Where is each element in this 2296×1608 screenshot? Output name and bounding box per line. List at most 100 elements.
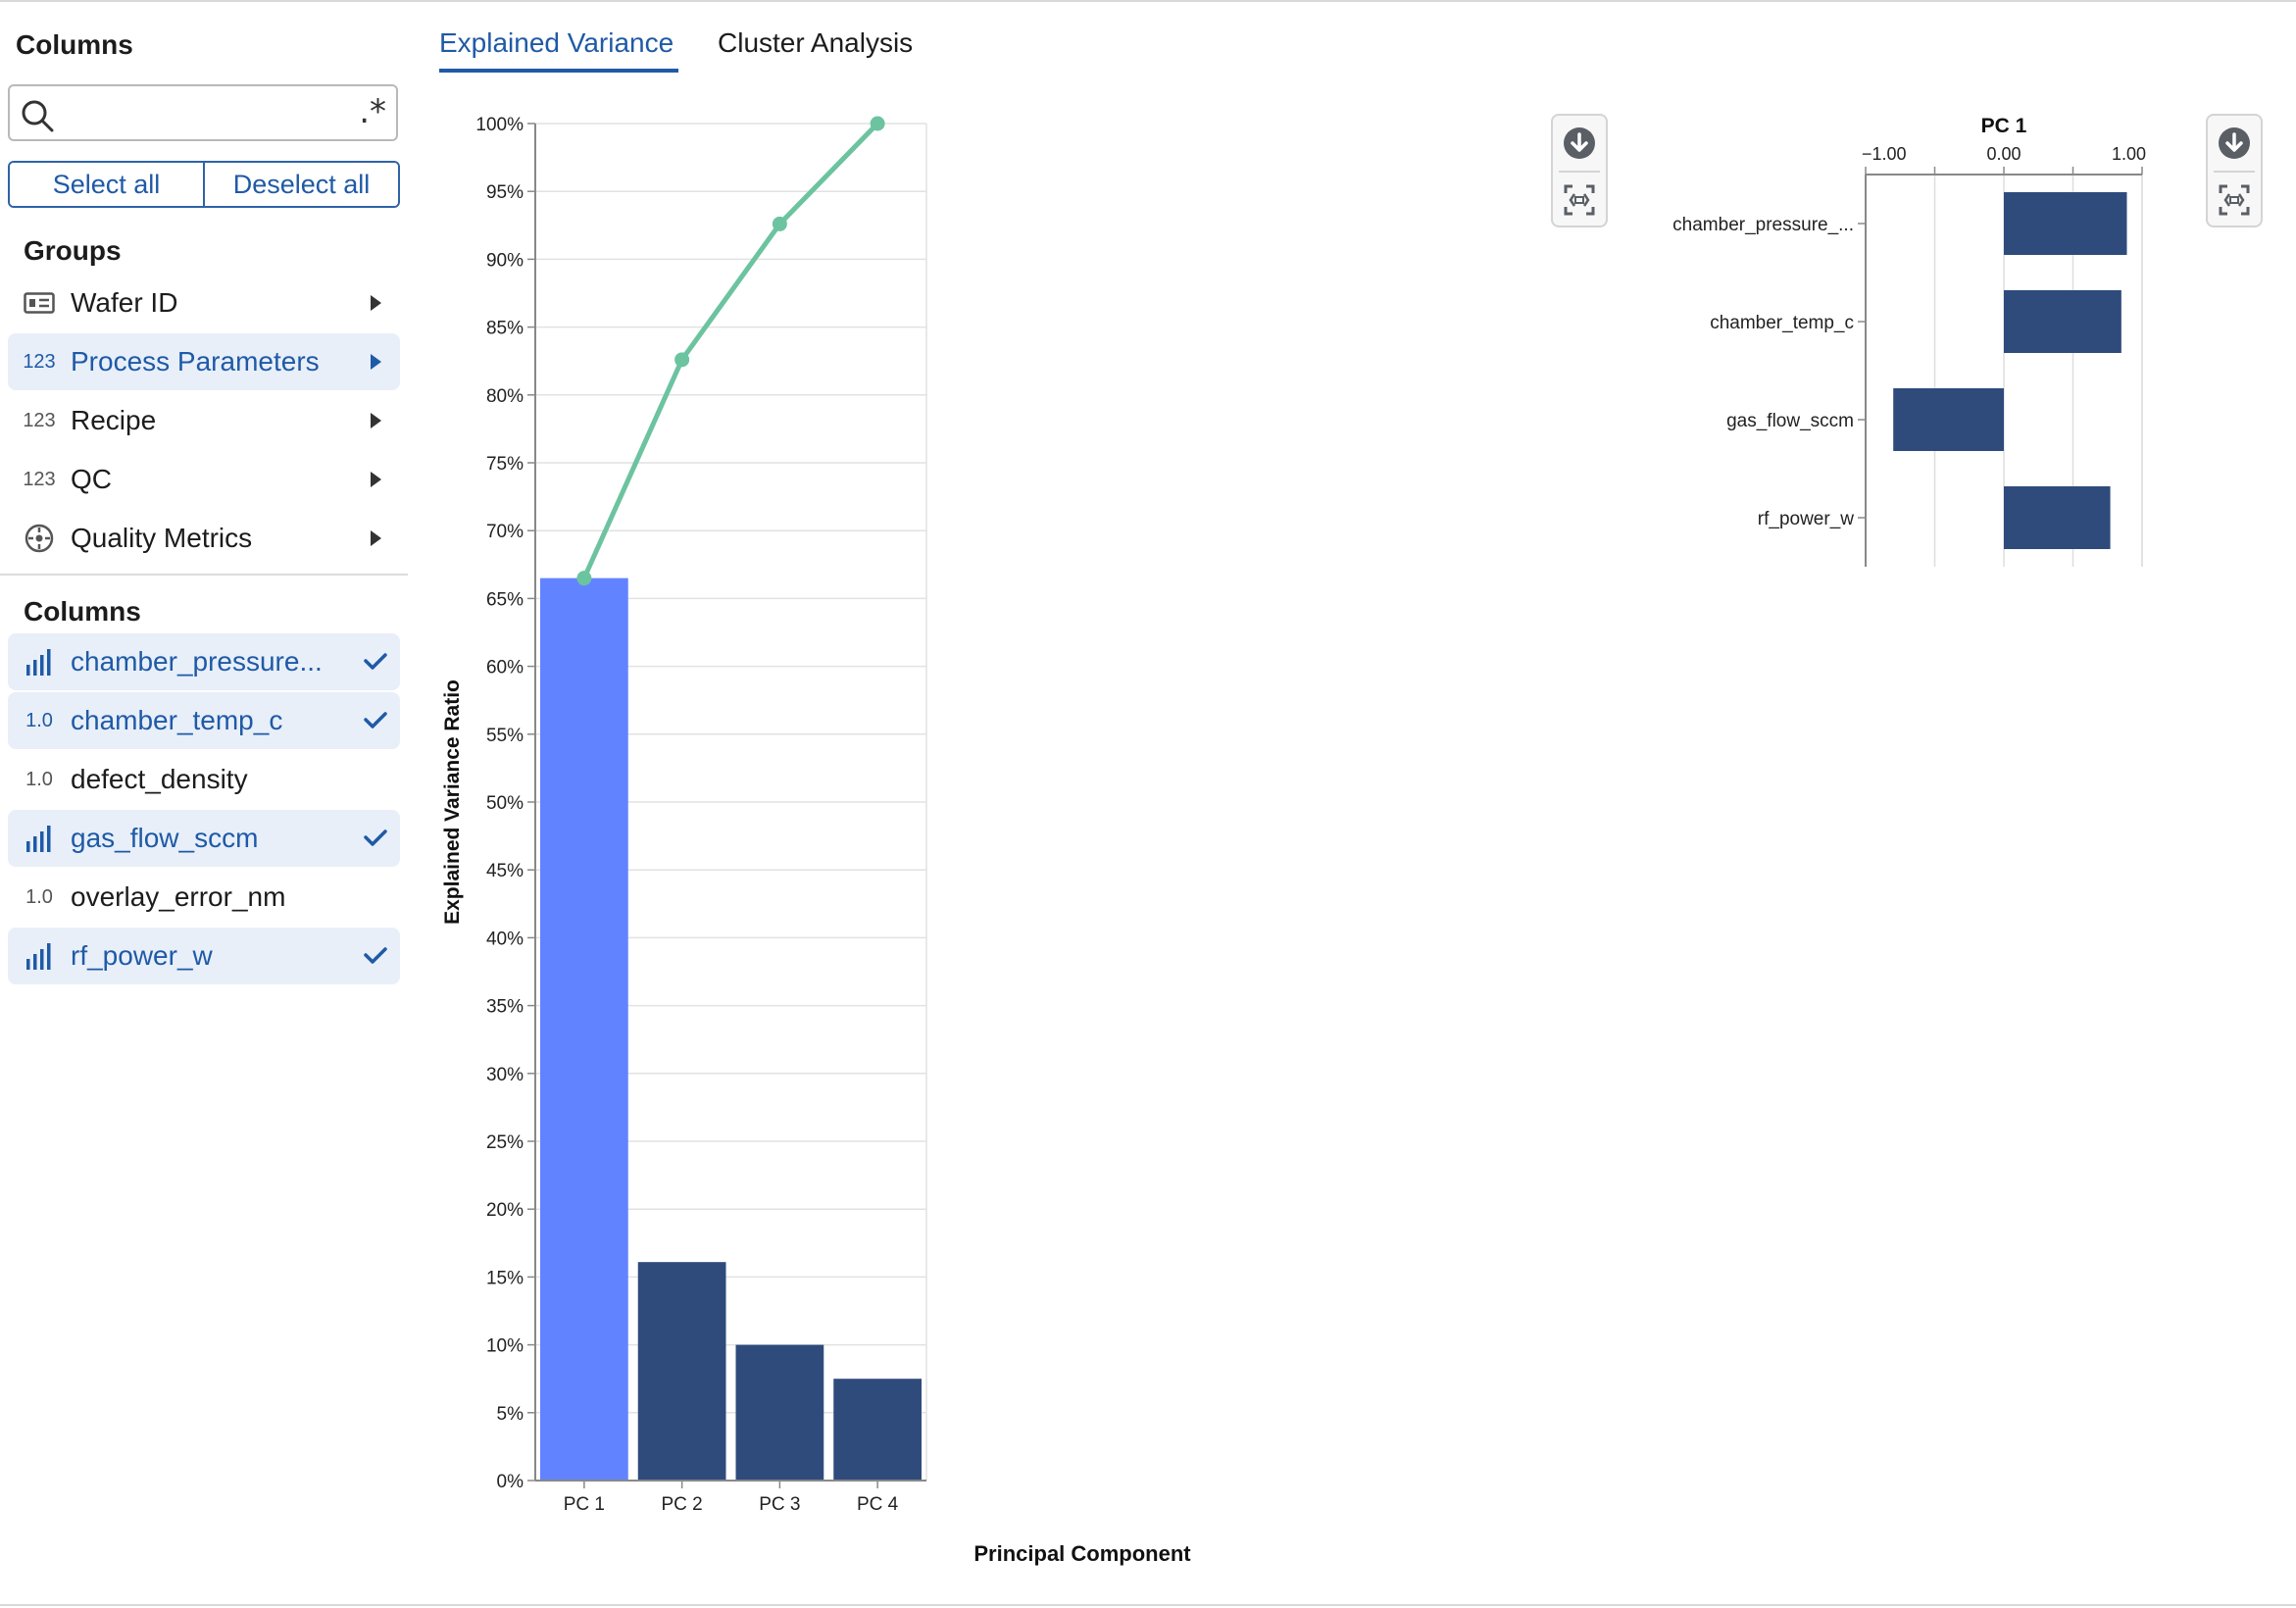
- group-item-process-parameters[interactable]: 123 Process Parameters: [8, 333, 400, 390]
- column-item-chamber-pressure[interactable]: chamber_pressure...: [8, 633, 400, 690]
- chart-controls: [1551, 114, 1608, 227]
- download-button[interactable]: [2208, 116, 2261, 171]
- cumulative-point: [674, 352, 690, 368]
- float-type-icon: 1.0: [25, 885, 53, 908]
- y-tick-label: 70%: [486, 522, 524, 542]
- bottom-border: [0, 1604, 2296, 1606]
- numeric-type-icon: 123: [23, 409, 56, 431]
- fit-view-button[interactable]: [2208, 173, 2261, 227]
- chevron-right-icon: [351, 353, 400, 371]
- y-tick-label: 45%: [486, 861, 524, 881]
- y-tick-label: 90%: [486, 250, 524, 271]
- group-item-recipe[interactable]: 123 Recipe: [8, 392, 400, 449]
- fit-view-button[interactable]: [1553, 173, 1606, 227]
- y-tick-label: chamber_pressure_...: [1672, 215, 1854, 235]
- group-item-wafer-id[interactable]: Wafer ID: [8, 275, 400, 331]
- sidebar-heading: Columns: [16, 29, 133, 60]
- column-item-defect-density[interactable]: 1.0 defect_density: [8, 751, 400, 808]
- bar-chart-icon: [8, 824, 71, 853]
- column-item-rf-power[interactable]: rf_power_w: [8, 928, 400, 984]
- x-axis-label: Principal Component: [973, 1541, 1191, 1566]
- sidebar-divider: [0, 574, 408, 576]
- download-button[interactable]: [1553, 116, 1606, 171]
- y-tick-label: 60%: [486, 658, 524, 678]
- y-tick-label: 10%: [486, 1336, 524, 1357]
- float-type-icon: 1.0: [25, 709, 53, 731]
- x-tick-label: 0.00: [1986, 144, 2021, 164]
- column-item-chamber-temp[interactable]: 1.0 chamber_temp_c: [8, 692, 400, 749]
- y-tick-label: rf_power_w: [1758, 509, 1854, 529]
- loading-bar: [2004, 192, 2127, 255]
- y-tick-label: 80%: [486, 386, 524, 407]
- chevron-right-icon: [351, 412, 400, 429]
- search-icon: [22, 100, 54, 132]
- group-label: Wafer ID: [71, 287, 178, 318]
- y-tick-label: 25%: [486, 1132, 524, 1153]
- chevron-right-icon: [351, 294, 400, 312]
- column-label: chamber_pressure...: [71, 646, 323, 677]
- y-tick-label: 85%: [486, 319, 524, 339]
- y-tick-label: 95%: [486, 182, 524, 203]
- cumulative-point: [576, 571, 592, 586]
- y-tick-label: 50%: [486, 793, 524, 814]
- group-item-quality-metrics[interactable]: Quality Metrics: [8, 510, 400, 567]
- checkmark-icon: [351, 712, 400, 729]
- group-item-qc[interactable]: 123 QC: [8, 451, 400, 508]
- x-tick-label: PC 3: [759, 1494, 800, 1515]
- y-tick-label: 30%: [486, 1065, 524, 1085]
- download-icon: [1564, 127, 1595, 159]
- y-tick-label: 100%: [475, 115, 524, 135]
- column-item-overlay-error[interactable]: 1.0 overlay_error_nm: [8, 869, 400, 926]
- select-all-button[interactable]: Select all: [10, 163, 203, 206]
- column-item-gas-flow[interactable]: gas_flow_sccm: [8, 810, 400, 867]
- bar: [637, 1262, 726, 1481]
- group-label: QC: [71, 464, 112, 494]
- column-label: rf_power_w: [71, 940, 213, 971]
- x-tick-label: PC 4: [857, 1494, 899, 1515]
- column-label: gas_flow_sccm: [71, 823, 259, 853]
- fit-view-icon: [1564, 184, 1595, 216]
- chart-title: PC 1: [1981, 115, 2027, 137]
- numeric-type-icon: 123: [23, 468, 56, 490]
- columns-title: Columns: [24, 596, 141, 627]
- bar: [833, 1379, 922, 1481]
- search-box[interactable]: .*: [8, 84, 398, 141]
- cumulative-point: [772, 216, 787, 231]
- loading-bar: [1893, 388, 2004, 451]
- checkmark-icon: [351, 653, 400, 671]
- bar-chart-icon: [8, 941, 71, 971]
- y-tick-label: 0%: [497, 1472, 524, 1492]
- chevron-right-icon: [351, 471, 400, 488]
- loading-bar: [2004, 486, 2111, 549]
- y-axis-label: Explained Variance Ratio: [441, 679, 464, 925]
- pc1-loadings-chart: PC 1 −1.00 0.00 1.00 chamber_pressure_...cha…: [1672, 115, 2146, 567]
- x-tick-label: 1.00: [2112, 144, 2146, 164]
- bar: [735, 1344, 824, 1481]
- loading-bar: [2004, 290, 2121, 353]
- y-tick-label: 15%: [486, 1268, 524, 1288]
- checkmark-icon: [351, 947, 400, 965]
- search-input[interactable]: [63, 92, 341, 135]
- explained-variance-chart: 0% 5% 10% 15% 20% 25% 30% 35% 40% 45% 50% 55% 60% 65%…: [441, 115, 1191, 1566]
- group-label: Quality Metrics: [71, 523, 253, 553]
- y-tick-label: chamber_temp_c: [1710, 313, 1854, 333]
- tab-explained-variance[interactable]: Explained Variance: [439, 27, 674, 59]
- group-label: Recipe: [71, 405, 157, 435]
- y-tick-label: 5%: [497, 1404, 524, 1425]
- chevron-right-icon: [351, 529, 400, 547]
- y-tick-label: 20%: [486, 1200, 524, 1221]
- download-icon: [2219, 127, 2250, 159]
- y-tick-label: 75%: [486, 454, 524, 475]
- loadings-chart-controls: [2206, 114, 2263, 227]
- tab-cluster-analysis[interactable]: Cluster Analysis: [718, 27, 913, 59]
- column-label: defect_density: [71, 764, 248, 794]
- selection-button-group: Select all Deselect all: [8, 161, 400, 208]
- groups-title: Groups: [24, 235, 122, 266]
- bar-chart-icon: [8, 647, 71, 677]
- regex-toggle-icon[interactable]: .*: [359, 92, 386, 131]
- target-icon: [8, 523, 71, 554]
- group-label: Process Parameters: [71, 346, 320, 377]
- active-tab-indicator: [439, 69, 678, 73]
- deselect-all-button[interactable]: Deselect all: [203, 163, 398, 206]
- column-label: chamber_temp_c: [71, 705, 283, 735]
